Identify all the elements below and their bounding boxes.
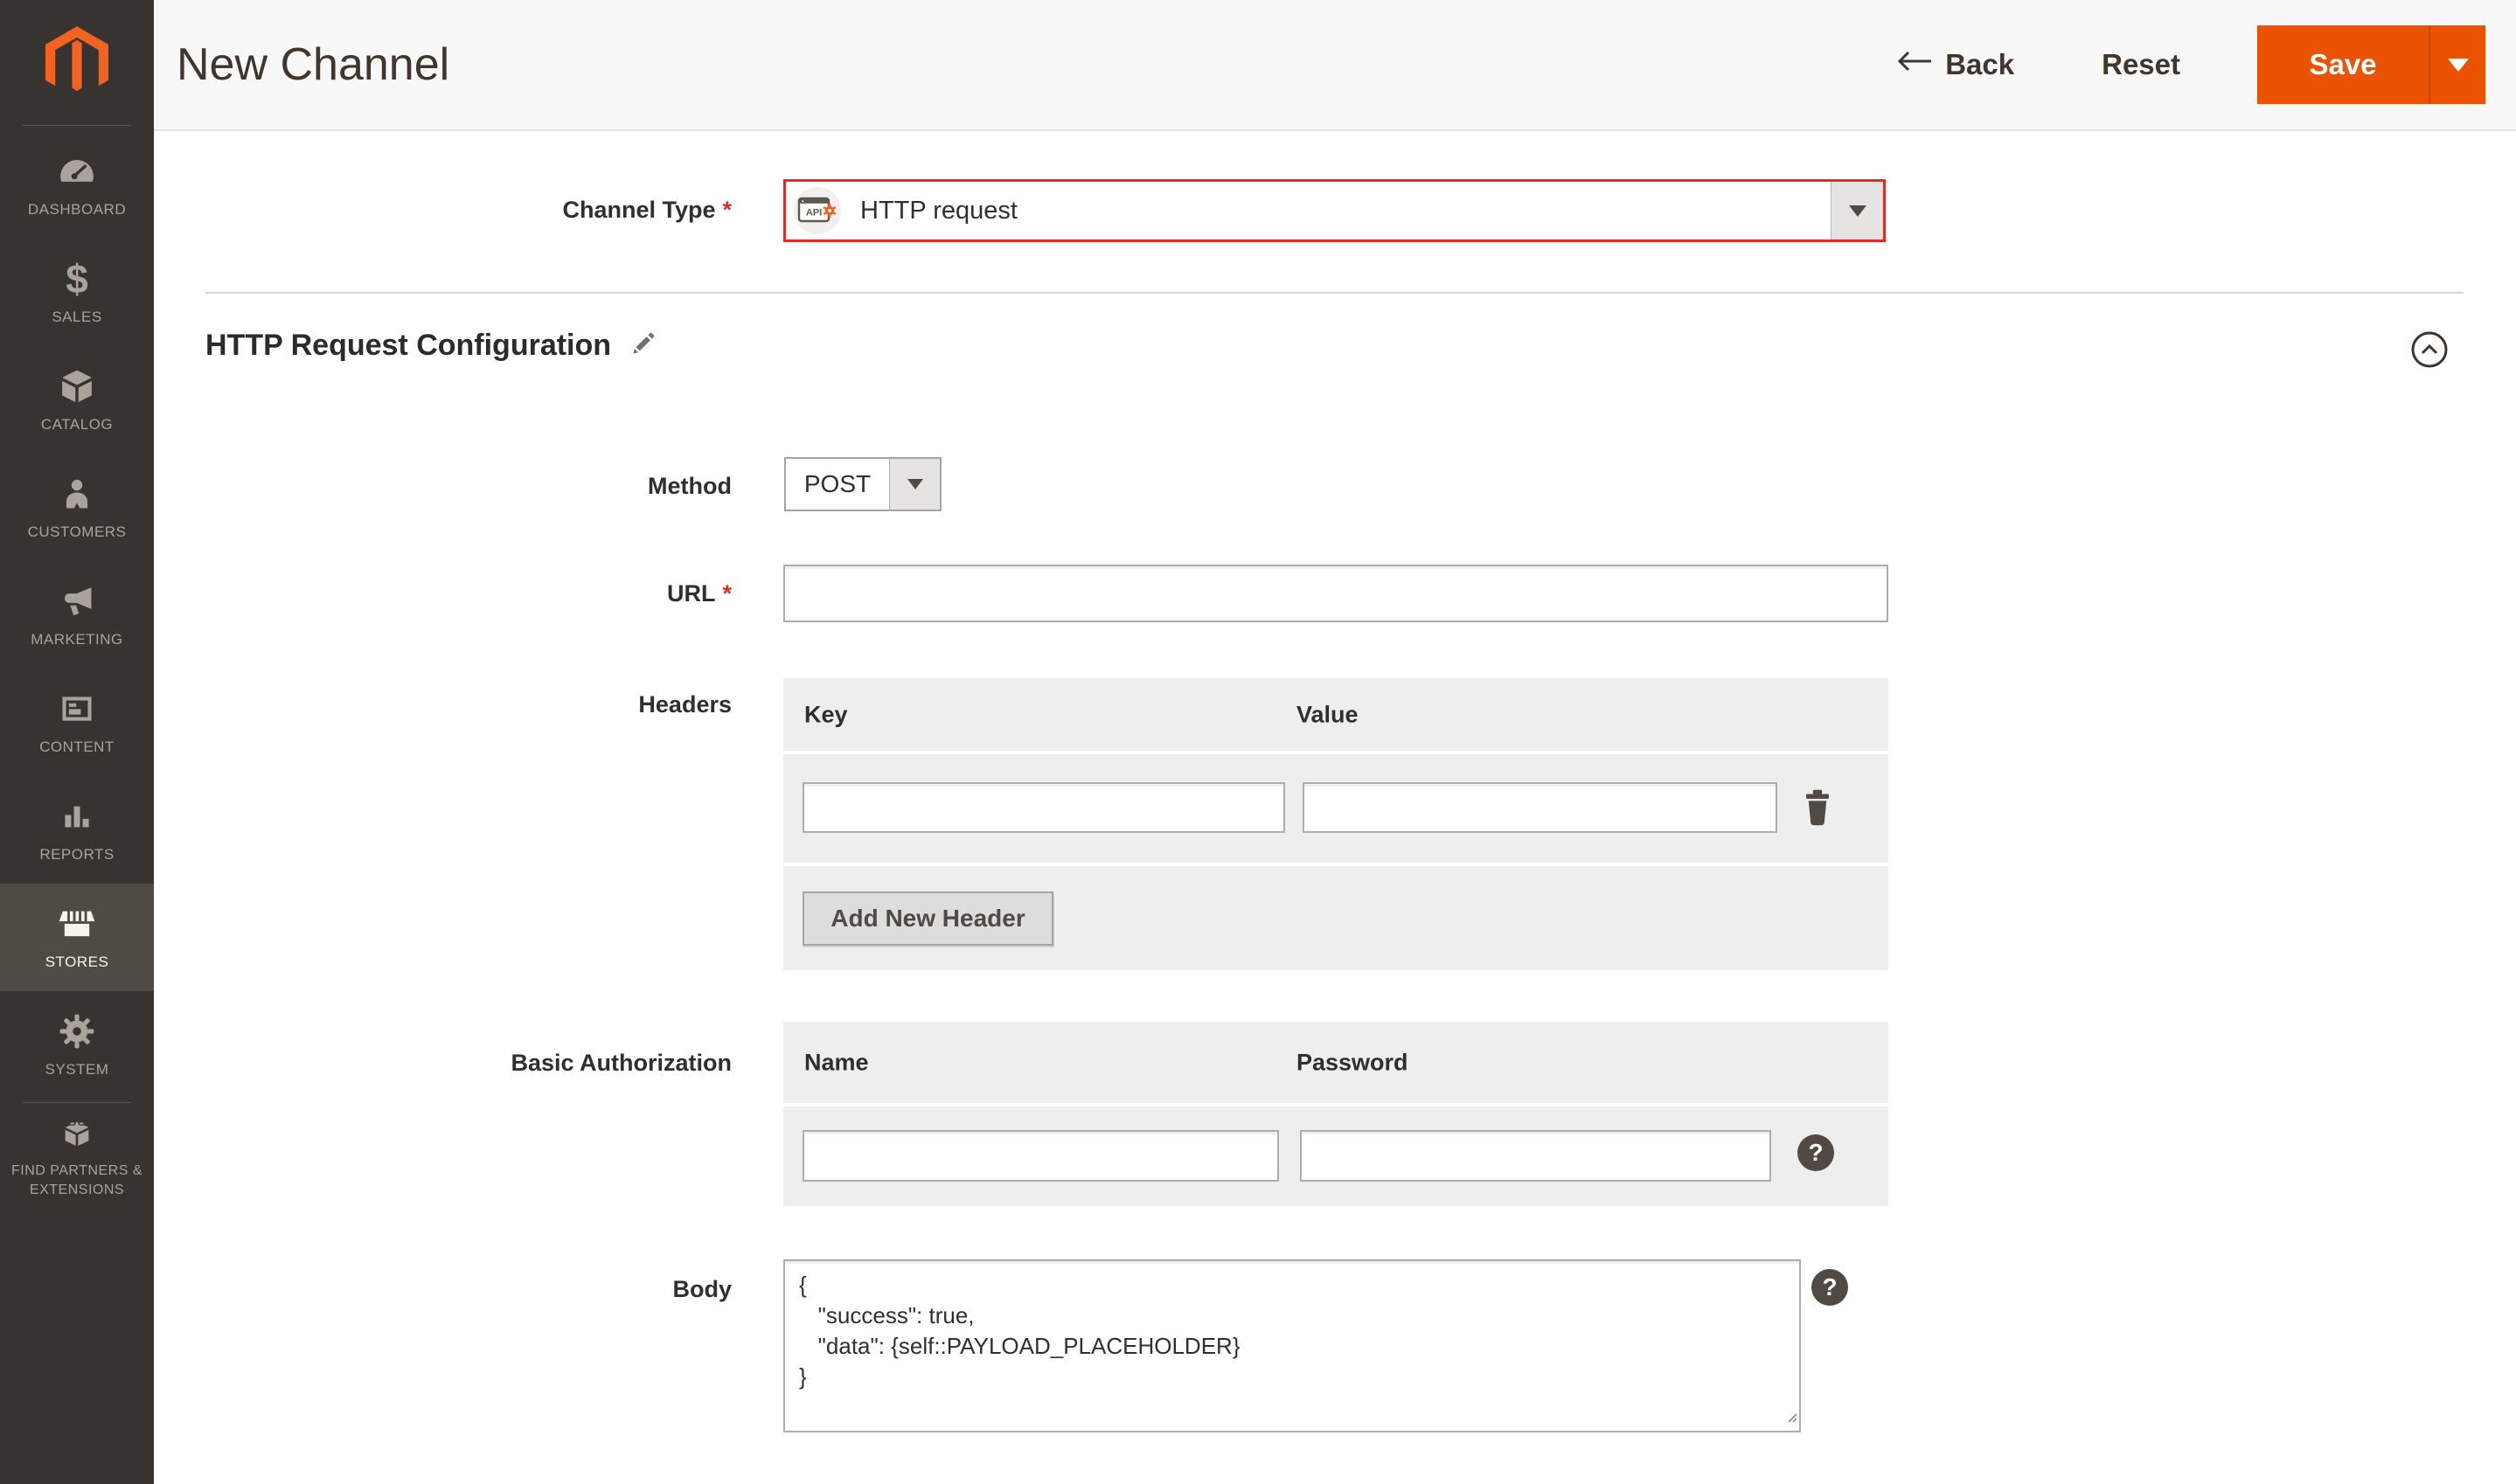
extensions-icon [57,1112,97,1154]
chevron-down-icon [2447,58,2469,72]
customers-icon [58,473,96,515]
sales-icon: $ [66,256,88,302]
body-help-button[interactable]: ? [1811,1269,1848,1306]
sidebar-item-label: STORES [45,954,109,970]
headers-footer: Add New Header [783,866,1888,970]
basic-authorization-label: Basic Authorization [511,1050,732,1076]
auth-column-header: Name Password [783,1022,1888,1103]
sidebar-item-content[interactable]: CONTENT [0,669,154,776]
save-split-button: Save [2257,25,2485,104]
http-request-api-icon: API [794,187,841,234]
basic-authorization-panel: Name Password ? [783,1022,1888,1206]
sidebar-item-label: REPORTS [39,846,115,863]
reports-icon [58,795,96,837]
channel-type-label: Channel Type * [562,197,732,223]
auth-password-input[interactable] [1300,1130,1771,1182]
auth-help-button[interactable]: ? [1797,1134,1834,1171]
save-options-toggle[interactable] [2429,25,2485,104]
resize-handle-icon[interactable] [1783,1409,1797,1427]
method-dropdown-toggle[interactable] [889,459,940,510]
chevron-down-icon [907,479,923,489]
chevron-up-circle-icon [2411,331,2448,368]
required-marker: * [722,580,732,607]
required-marker: * [722,197,732,223]
content-icon [58,688,96,730]
add-new-header-button[interactable]: Add New Header [803,891,1053,946]
auth-name-input[interactable] [803,1130,1279,1182]
page-header: New Channel Back Reset Save [154,0,2516,131]
system-icon [58,1010,96,1052]
sidebar-divider [23,125,131,126]
section-header: HTTP Request Configuration [205,329,658,363]
auth-row: ? [783,1106,1888,1206]
header-actions: Back Reset Save [1896,0,2485,129]
section-divider [205,292,2464,294]
headers-column-header: Key Value [783,678,1888,751]
back-arrow-icon [1896,48,1933,81]
header-row [783,754,1888,863]
body-textarea-wrap: { "success": true, "data": {self::PAYLOA… [783,1259,1801,1432]
reset-button-label: Reset [2102,48,2180,80]
back-button-label: Back [1945,48,2015,80]
headers-panel: Key Value Add New Header [783,678,1888,970]
sidebar-nav: DASHBOARD $ SALES CATALOG CUSTOMERS MARK… [0,131,154,1208]
password-column-header: Password [1296,1049,1408,1075]
collapse-section-button[interactable] [2410,330,2449,369]
value-column-header: Value [1296,701,1359,727]
channel-type-value: HTTP request [860,196,1018,225]
method-label: Method [648,473,732,499]
channel-type-dropdown-toggle[interactable] [1831,182,1883,239]
sidebar-item-marketing[interactable]: MARKETING [0,561,154,669]
delete-header-button[interactable] [1800,787,1835,829]
stores-icon [57,903,97,945]
sidebar-item-dashboard[interactable]: DASHBOARD [0,131,154,239]
marketing-icon [57,580,97,622]
sidebar-item-label: DASHBOARD [27,201,127,218]
header-key-input[interactable] [803,782,1285,833]
sidebar-item-label: FIND PARTNERS & EXTENSIONS [10,1162,143,1197]
sidebar-item-label: CATALOG [40,416,114,433]
sidebar-item-label: CONTENT [39,739,115,755]
sidebar-item-label: MARKETING [31,631,123,648]
sidebar-item-system[interactable]: SYSTEM [0,991,154,1099]
page-title: New Channel [177,39,450,90]
magento-logo-icon [45,26,108,92]
sidebar-item-label: SYSTEM [45,1061,109,1078]
section-title: HTTP Request Configuration [205,329,612,362]
method-value: POST [803,470,872,497]
channel-type-select[interactable]: API HTTP request [783,179,1886,242]
sidebar-item-sales[interactable]: $ SALES [0,239,154,346]
body-label: Body [672,1276,733,1302]
magento-admin-page: DASHBOARD $ SALES CATALOG CUSTOMERS MARK… [0,0,2516,1484]
magento-logo[interactable] [0,0,154,107]
url-label: URL * [666,580,732,607]
sidebar: DASHBOARD $ SALES CATALOG CUSTOMERS MARK… [0,0,154,1484]
url-input[interactable] [783,565,1888,622]
sidebar-item-label: SALES [52,309,102,325]
headers-label: Headers [638,691,732,718]
header-value-input[interactable] [1303,782,1777,833]
edit-pencil-icon[interactable] [629,329,658,363]
method-select[interactable]: POST [784,457,942,511]
sidebar-item-label: CUSTOMERS [27,524,127,540]
sidebar-item-stores[interactable]: STORES [0,884,154,991]
catalog-icon [57,365,97,407]
back-button[interactable]: Back [1896,48,2014,81]
body-textarea[interactable]: { "success": true, "data": {self::PAYLOA… [783,1259,1801,1432]
form-content: Channel Type * API HTTP request HTTP Requ… [154,131,2516,1484]
dashboard-icon [57,150,97,192]
name-column-header: Name [804,1049,869,1075]
sidebar-item-customers[interactable]: CUSTOMERS [0,454,154,561]
sidebar-item-reports[interactable]: REPORTS [0,776,154,884]
save-button[interactable]: Save [2257,25,2429,104]
trash-icon [1806,789,1829,825]
svg-text:API: API [806,208,822,218]
chevron-down-icon [1848,205,1866,217]
reset-button[interactable]: Reset [2102,48,2180,81]
sidebar-item-find-partners[interactable]: FIND PARTNERS & EXTENSIONS [0,1103,154,1208]
sidebar-item-catalog[interactable]: CATALOG [0,346,154,454]
key-column-header: Key [804,701,848,727]
